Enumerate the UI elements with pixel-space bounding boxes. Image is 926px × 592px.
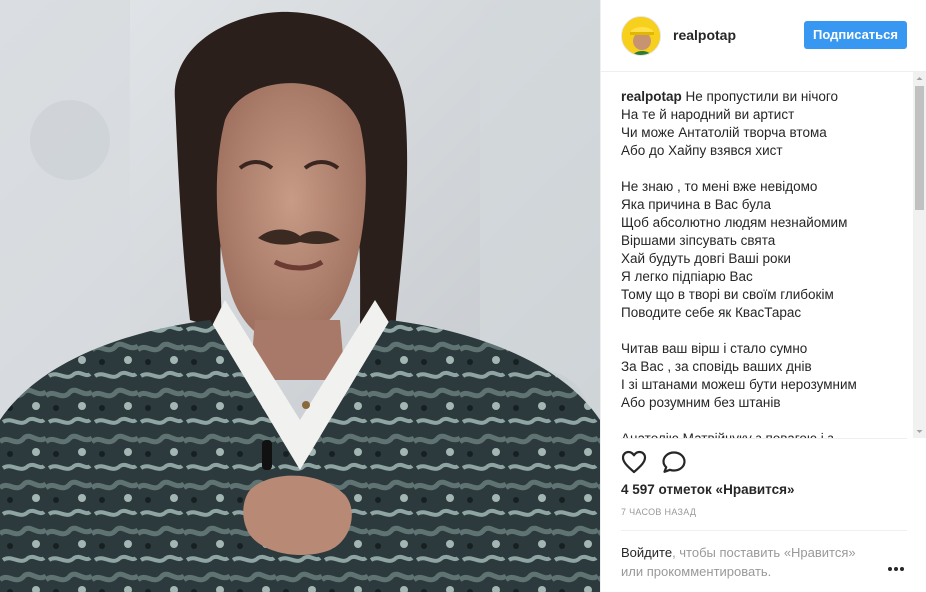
caption-line: І зі штанами можеш бути нерозумним <box>621 377 857 392</box>
caption-line: Не знаю , то мені вже невідомо <box>621 179 818 194</box>
caption-line: За Вас , за сповідь ваших днів <box>621 359 812 374</box>
post-timestamp[interactable]: 7 часов назад <box>621 507 696 517</box>
caption-line <box>621 412 907 430</box>
likes-count[interactable]: 4 597 отметок «Нравится» <box>621 482 795 497</box>
caption-line: Чи може Антатолій творча втома <box>621 125 827 140</box>
post-header: realpotap Подписаться <box>601 0 926 72</box>
caption-scrollbar[interactable] <box>913 72 926 438</box>
scrollbar-thumb[interactable] <box>915 86 924 210</box>
avatar[interactable] <box>621 16 661 56</box>
caption-line: Анатолію Матвійчуку з повагою і з <box>621 430 907 438</box>
caption-line: Яка причина в Вас була <box>621 197 772 212</box>
comment-bubble-icon[interactable] <box>661 450 687 476</box>
login-link[interactable]: Войдите <box>621 545 672 560</box>
avatar-image <box>622 17 660 55</box>
heart-outline-icon[interactable] <box>621 450 647 476</box>
caption-line: Хай будуть довгі Ваші роки <box>621 251 791 266</box>
caption-line: Тому що в творі ви своїм глибокім <box>621 287 834 302</box>
caption-first-line: realpotap Не пропустили ви нічого <box>621 88 907 106</box>
caption-line: Щоб абсолютно людям незнайомим <box>621 215 848 230</box>
post-sidebar: realpotap Подписаться realpotap Не пропу… <box>600 0 926 592</box>
caption-line: Я легко підпіарю Вас <box>621 269 753 284</box>
divider <box>621 530 907 531</box>
divider <box>621 438 907 439</box>
caption-line <box>621 160 907 178</box>
caption-username[interactable]: realpotap <box>621 89 682 104</box>
caption-line: Віршами зіпсувать свята <box>621 233 776 248</box>
caption-line: Або розумним без штанів <box>621 395 781 410</box>
caption-line: На те й народний ви артист <box>621 107 795 122</box>
post-photo-illustration <box>0 0 600 592</box>
follow-button[interactable]: Подписаться <box>804 21 907 49</box>
more-horizontal-icon[interactable] <box>884 562 908 574</box>
scroll-down-arrow-icon[interactable] <box>913 425 926 438</box>
caption: realpotap Не пропустили ви нічого На те … <box>621 88 907 438</box>
post-username[interactable]: realpotap <box>673 27 736 43</box>
caption-line: Або до Хайпу взявся хист <box>621 143 783 158</box>
login-prompt: Войдите, чтобы поставить «Нравится» или … <box>621 543 881 581</box>
scroll-up-arrow-icon[interactable] <box>913 72 926 85</box>
caption-text: Не пропустили ви нічого <box>685 89 839 104</box>
caption-line: Читав ваш вірш і стало сумно <box>621 341 808 356</box>
caption-line: Поводите себе як КвасТарас <box>621 305 802 320</box>
post-photo[interactable] <box>0 0 600 592</box>
caption-line <box>621 322 907 340</box>
